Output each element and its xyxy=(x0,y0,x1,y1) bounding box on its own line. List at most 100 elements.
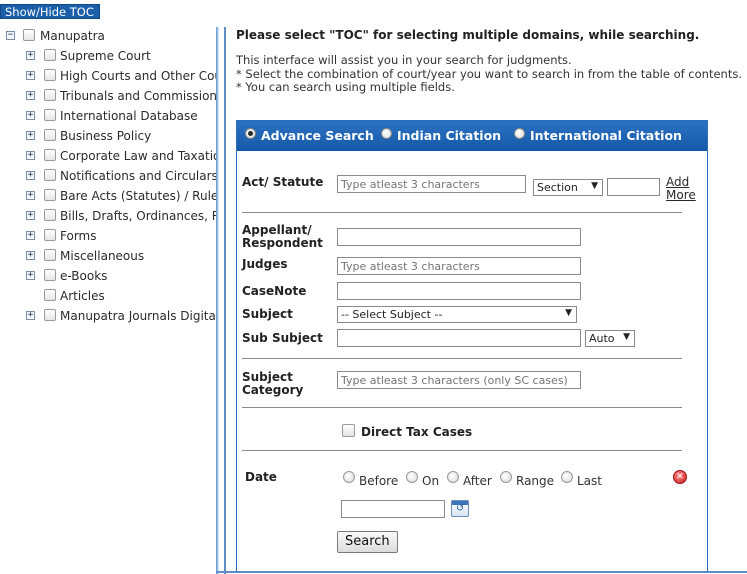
sub-subject-label: Sub Subject xyxy=(242,331,323,345)
tree-item-checkbox[interactable] xyxy=(44,89,56,101)
divider xyxy=(242,358,682,359)
tree-item-label: Supreme Court xyxy=(60,49,151,63)
page-heading: Please select "TOC" for selecting multip… xyxy=(236,28,700,42)
subject-select-value: -- Select Subject -- xyxy=(341,308,443,321)
expand-icon[interactable]: + xyxy=(26,151,35,160)
clear-date-icon[interactable]: ✕ xyxy=(673,470,687,484)
tree-item[interactable]: Articles xyxy=(4,287,216,307)
expand-icon[interactable]: + xyxy=(26,71,35,80)
subject-label: Subject xyxy=(242,307,293,321)
date-last-radio[interactable] xyxy=(561,471,573,483)
tree-item-checkbox[interactable] xyxy=(44,169,56,181)
expand-icon[interactable]: + xyxy=(26,171,35,180)
divider xyxy=(242,212,682,213)
radio-icon[interactable] xyxy=(381,128,392,139)
toc-splitter[interactable] xyxy=(216,27,219,574)
tree-item-label: International Database xyxy=(60,109,198,123)
tree-item[interactable]: + Bare Acts (Statutes) / Rules xyxy=(4,187,216,207)
act-statute-input[interactable] xyxy=(337,175,526,193)
expand-icon[interactable]: + xyxy=(26,231,35,240)
subject-select[interactable]: -- Select Subject -- ▼ xyxy=(337,306,577,323)
tree-item-checkbox[interactable] xyxy=(44,309,56,321)
dropdown-arrow-icon: ▼ xyxy=(565,308,572,318)
date-range-radio[interactable] xyxy=(500,471,512,483)
tree-item-checkbox[interactable] xyxy=(44,209,56,221)
tree-item[interactable]: + Bills, Drafts, Ordinances, Reports xyxy=(4,207,216,227)
collapse-icon[interactable]: − xyxy=(6,31,15,40)
tree-root-manupatra[interactable]: − Manupatra xyxy=(4,27,216,47)
date-last-label: Last xyxy=(577,474,602,488)
expand-icon[interactable]: + xyxy=(26,51,35,60)
tree-item[interactable]: + Corporate Law and Taxation xyxy=(4,147,216,167)
date-after-radio[interactable] xyxy=(447,471,459,483)
expand-icon[interactable]: + xyxy=(26,211,35,220)
label-line: Respondent xyxy=(242,236,323,250)
judges-input[interactable] xyxy=(337,257,581,275)
expand-icon[interactable]: + xyxy=(26,111,35,120)
tree-item-label: Notifications and Circulars xyxy=(60,169,216,183)
tree-item[interactable]: + Notifications and Circulars xyxy=(4,167,216,187)
judges-label: Judges xyxy=(242,257,288,271)
advance-search-label: Advance Search xyxy=(261,128,374,143)
expand-icon[interactable]: + xyxy=(26,251,35,260)
tree-root-label: Manupatra xyxy=(40,29,105,43)
date-after-label: After xyxy=(463,474,492,488)
expand-icon[interactable]: + xyxy=(26,271,35,280)
tree-item[interactable]: + Forms xyxy=(4,227,216,247)
tree-item-checkbox[interactable] xyxy=(44,69,56,81)
tree-item-checkbox[interactable] xyxy=(44,229,56,241)
tree-item-checkbox[interactable] xyxy=(44,129,56,141)
tree-item[interactable]: + e-Books xyxy=(4,267,216,287)
divider xyxy=(242,450,682,451)
tree-item-label: Forms xyxy=(60,229,97,243)
tree-item-checkbox[interactable] xyxy=(44,249,56,261)
tree-item[interactable]: + International Database xyxy=(4,107,216,127)
calendar-icon[interactable] xyxy=(451,500,469,517)
content-border xyxy=(224,27,226,574)
tree-item-label: Articles xyxy=(60,289,105,303)
date-on-radio[interactable] xyxy=(406,471,418,483)
tree-item[interactable]: + Tribunals and Commissions xyxy=(4,87,216,107)
show-hide-toc-button[interactable]: Show/Hide TOC xyxy=(0,4,100,19)
section-select[interactable]: Section ▼ xyxy=(533,179,603,196)
date-before-radio[interactable] xyxy=(343,471,355,483)
dropdown-arrow-icon: ▼ xyxy=(591,181,598,191)
auto-select[interactable]: Auto ▼ xyxy=(585,330,635,347)
checkbox-manupatra[interactable] xyxy=(23,29,35,41)
toc-tree: − Manupatra + Supreme Court + High Courts a… xyxy=(4,27,216,327)
tree-item[interactable]: + Miscellaneous xyxy=(4,247,216,267)
expand-icon[interactable]: + xyxy=(26,311,35,320)
search-mode-bar: Advance Search Indian Citation Internati… xyxy=(237,121,707,151)
add-more-link[interactable]: Add More xyxy=(666,176,696,202)
tree-item-checkbox[interactable] xyxy=(44,189,56,201)
tree-item-checkbox[interactable] xyxy=(44,289,56,301)
section-number-input[interactable] xyxy=(607,178,660,196)
tree-item-label: Corporate Law and Taxation xyxy=(60,149,216,163)
expand-icon[interactable]: + xyxy=(26,191,35,200)
date-before-label: Before xyxy=(359,474,399,488)
tree-item[interactable]: + Supreme Court xyxy=(4,47,216,67)
direct-tax-checkbox[interactable] xyxy=(342,424,355,437)
tree-item[interactable]: + High Courts and Other Courts xyxy=(4,67,216,87)
expand-icon[interactable]: + xyxy=(26,131,35,140)
date-input[interactable] xyxy=(341,500,445,518)
tree-item-label: Tribunals and Commissions xyxy=(60,89,216,103)
sub-subject-input[interactable] xyxy=(337,329,581,347)
tree-item-checkbox[interactable] xyxy=(44,269,56,281)
tree-item[interactable]: + Business Policy xyxy=(4,127,216,147)
subject-category-input[interactable] xyxy=(337,371,581,389)
dropdown-arrow-icon: ▼ xyxy=(623,332,630,342)
tree-item-label: Manupatra Journals Digital Edition xyxy=(60,309,216,323)
appellant-respondent-input[interactable] xyxy=(337,228,581,246)
radio-selected-icon[interactable] xyxy=(245,128,256,139)
tree-item-checkbox[interactable] xyxy=(44,109,56,121)
info-line: * Select the combination of court/year y… xyxy=(236,66,742,81)
auto-select-value: Auto xyxy=(589,332,615,345)
tree-item-checkbox[interactable] xyxy=(44,49,56,61)
expand-icon[interactable]: + xyxy=(26,91,35,100)
radio-icon[interactable] xyxy=(514,128,525,139)
tree-item[interactable]: + Manupatra Journals Digital Edition xyxy=(4,307,216,327)
casenote-input[interactable] xyxy=(337,282,581,300)
search-button[interactable]: Search xyxy=(337,531,398,553)
tree-item-checkbox[interactable] xyxy=(44,149,56,161)
